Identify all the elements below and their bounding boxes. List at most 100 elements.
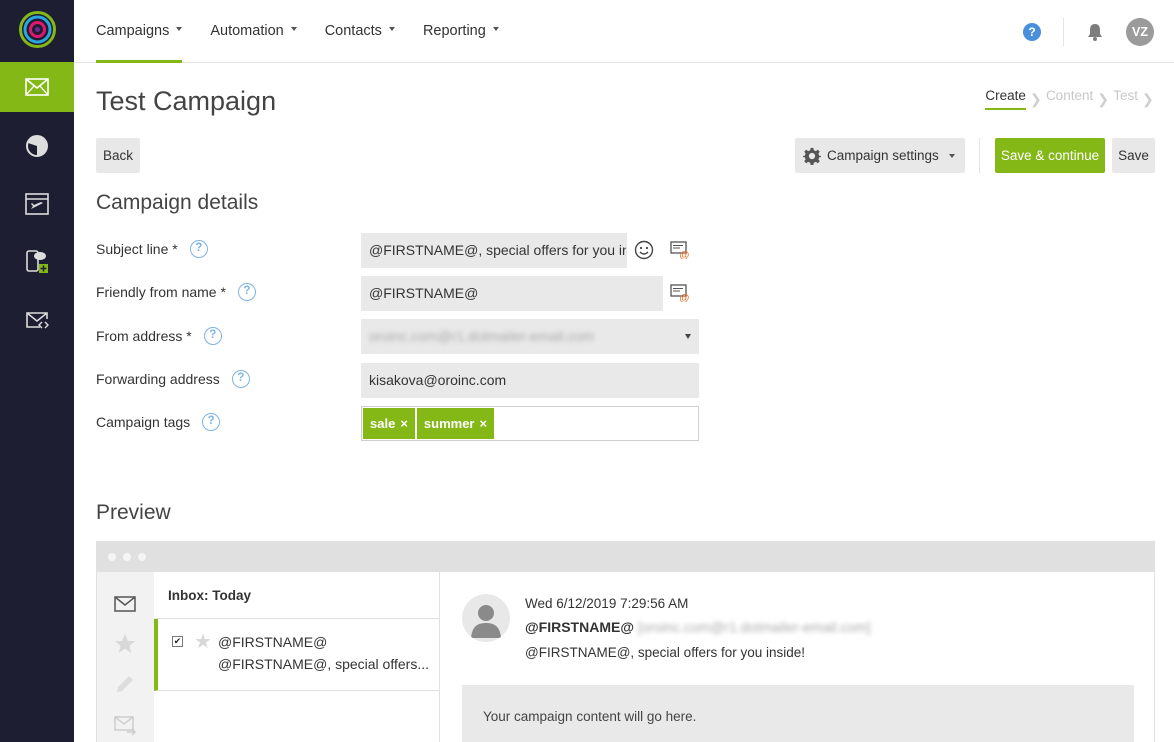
caret-down-icon: [492, 27, 499, 32]
help-icon[interactable]: ?: [1023, 22, 1041, 41]
campaign-tags-input[interactable]: sale × summer ×: [361, 406, 699, 441]
content-placeholder-box: Your campaign content will go here.: [462, 685, 1134, 742]
subject-line-label: Subject line * ?: [96, 240, 208, 258]
from-address-label: From address * ?: [96, 327, 222, 345]
preview-reading-pane: Wed 6/12/2019 7:29:56 AM @FIRSTNAME@ [or…: [440, 572, 1154, 742]
caret-down-icon: [948, 153, 955, 158]
transactional-email-icon: [26, 312, 49, 329]
mail-forward-icon: [114, 716, 136, 736]
wizard-steps: Create ❯ Content ❯ Test ❯: [985, 88, 1158, 110]
save-continue-button[interactable]: Save & continue: [995, 138, 1105, 173]
label-text: Forwarding address: [96, 371, 220, 387]
email-preview: Inbox: Today ✔ ★ @FIRSTNAME@ @FIRSTNAME@…: [96, 541, 1155, 742]
journeys-icon: [25, 193, 49, 215]
tag-label: sale: [370, 416, 396, 431]
campaign-tags-label: Campaign tags ?: [96, 413, 221, 431]
campaign-settings-label: Campaign settings: [827, 148, 939, 163]
tag-chip: summer ×: [416, 408, 495, 439]
sender-avatar-icon: [462, 594, 510, 642]
window-dot: [138, 553, 146, 561]
message-subject: @FIRSTNAME@, special offers...: [218, 656, 429, 672]
bell-icon[interactable]: [1084, 21, 1106, 43]
rail-item-sms[interactable]: [0, 237, 74, 287]
save-button[interactable]: Save: [1112, 138, 1155, 173]
main-menu: Campaigns Automation Contacts Reporting: [96, 0, 527, 63]
dropdown-arrow-icon: [685, 334, 691, 339]
checkbox[interactable]: ✔: [172, 636, 183, 647]
tag-label: summer: [423, 416, 475, 431]
rail-item-email[interactable]: [0, 62, 74, 112]
mail-icon: [114, 596, 136, 612]
forwarding-address-input[interactable]: kisakova@oroinc.com: [361, 363, 699, 398]
step-test[interactable]: Test: [1113, 88, 1138, 109]
personalisation-icon[interactable]: @: [670, 284, 690, 302]
reports-pie-icon: [26, 135, 48, 157]
label-text: Subject line *: [96, 241, 178, 257]
svg-text:@: @: [680, 293, 690, 302]
menu-label: Automation: [210, 23, 284, 39]
message-from-line: @FIRSTNAME@ [oroinc.com@r1.dotmailer-ema…: [525, 619, 871, 635]
user-avatar[interactable]: VZ: [1126, 17, 1154, 46]
chevron-right-icon: ❯: [1029, 90, 1042, 107]
logo-icon[interactable]: [19, 11, 56, 48]
forwarding-address-label: Forwarding address ?: [96, 370, 250, 388]
subject-line-input[interactable]: @FIRSTNAME@, special offers for you ins: [361, 233, 627, 268]
svg-text:@: @: [680, 250, 690, 259]
preview-window-bar: [97, 542, 1154, 572]
personalisation-icon[interactable]: @: [670, 241, 690, 259]
friendly-from-label: Friendly from name * ?: [96, 283, 256, 301]
pencil-icon: [117, 676, 133, 692]
sender-name: @FIRSTNAME@: [525, 619, 634, 635]
top-nav: Campaigns Automation Contacts Reporting …: [74, 0, 1174, 63]
email-icon: [25, 78, 49, 96]
divider: [1063, 17, 1064, 46]
menu-campaigns[interactable]: Campaigns: [96, 0, 183, 63]
friendly-from-input[interactable]: @FIRSTNAME@: [361, 276, 663, 311]
sms-icon: [26, 250, 48, 273]
top-nav-right: ? VZ: [1023, 0, 1154, 63]
star-icon[interactable]: ★: [194, 632, 212, 652]
menu-automation[interactable]: Automation: [210, 0, 297, 63]
rail-item-journeys[interactable]: [0, 179, 74, 229]
step-content[interactable]: Content: [1046, 88, 1093, 109]
caret-down-icon: [388, 27, 395, 32]
menu-label: Contacts: [324, 23, 382, 39]
label-text: Friendly from name *: [96, 284, 226, 300]
inbox-header: Inbox: Today: [154, 572, 439, 619]
list-item[interactable]: ✔ ★ @FIRSTNAME@ @FIRSTNAME@, special off…: [154, 619, 439, 691]
page-title: Test Campaign: [96, 86, 277, 116]
menu-contacts[interactable]: Contacts: [325, 0, 395, 63]
remove-tag-icon[interactable]: ×: [479, 408, 487, 439]
caret-down-icon: [290, 27, 297, 32]
label-text: Campaign tags: [96, 414, 191, 430]
campaign-details-title: Campaign details: [96, 191, 259, 214]
toolbar-divider: [979, 138, 980, 173]
help-question-icon[interactable]: ?: [189, 240, 208, 258]
help-question-icon[interactable]: ?: [231, 370, 250, 388]
star-icon: [115, 634, 135, 653]
help-question-icon[interactable]: ?: [237, 283, 256, 301]
remove-tag-icon[interactable]: ×: [400, 408, 408, 439]
help-question-icon[interactable]: ?: [203, 327, 222, 345]
menu-reporting[interactable]: Reporting: [423, 0, 499, 63]
message-from: @FIRSTNAME@: [218, 634, 328, 650]
back-button[interactable]: Back: [96, 138, 140, 173]
caret-down-icon: [176, 27, 183, 32]
preview-sidebar: [97, 572, 154, 742]
window-dot: [108, 553, 116, 561]
help-question-icon[interactable]: ?: [202, 413, 221, 431]
campaign-settings-button[interactable]: Campaign settings: [795, 138, 965, 173]
step-create[interactable]: Create: [985, 88, 1026, 110]
from-address-value: oroinc.com@r1.dotmailer-email.com: [369, 328, 595, 344]
message-date: Wed 6/12/2019 7:29:56 AM: [525, 596, 689, 611]
content-placeholder-text: Your campaign content will go here.: [483, 709, 697, 724]
emoji-icon[interactable]: [634, 240, 654, 260]
label-text: From address *: [96, 328, 192, 344]
rail-item-reports[interactable]: [0, 121, 74, 171]
from-address-select[interactable]: oroinc.com@r1.dotmailer-email.com: [361, 319, 699, 354]
sender-address: [oroinc.com@r1.dotmailer-email.com]: [637, 619, 871, 635]
preview-inbox-list: Inbox: Today ✔ ★ @FIRSTNAME@ @FIRSTNAME@…: [154, 572, 440, 742]
menu-label: Reporting: [422, 23, 486, 39]
rail-item-transactional[interactable]: [0, 295, 74, 345]
chevron-right-icon: ❯: [1097, 90, 1109, 107]
